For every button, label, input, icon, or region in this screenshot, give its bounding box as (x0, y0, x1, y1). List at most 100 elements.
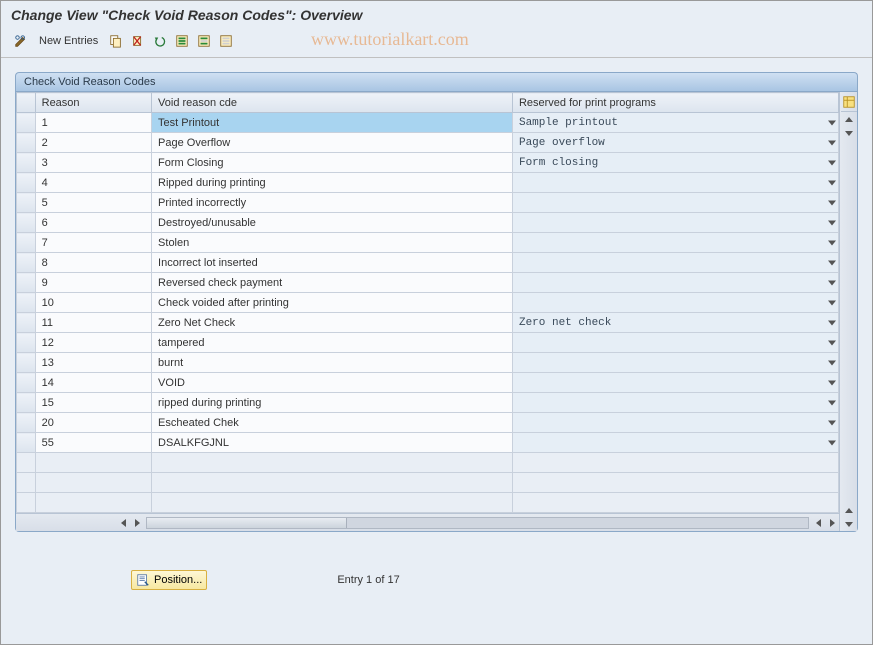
row-selector[interactable] (17, 253, 36, 273)
hscroll-left2-icon[interactable] (811, 516, 825, 530)
row-selector[interactable] (17, 173, 36, 193)
table-row[interactable]: 10Check voided after printing (17, 293, 839, 313)
cell-reserved[interactable] (512, 213, 838, 233)
cell-reserved[interactable]: Form closing (512, 153, 838, 173)
cell-reserved[interactable] (512, 373, 838, 393)
table-row[interactable]: 8Incorrect lot inserted (17, 253, 839, 273)
cell-reason[interactable]: 5 (35, 193, 151, 213)
row-selector[interactable] (17, 393, 36, 413)
cell-reserved[interactable] (512, 273, 838, 293)
hscroll-thumb[interactable] (147, 518, 347, 528)
cell-reserved[interactable] (512, 333, 838, 353)
cell-reason[interactable]: 13 (35, 353, 151, 373)
table-row[interactable]: 6Destroyed/unusable (17, 213, 839, 233)
row-selector[interactable] (17, 373, 36, 393)
cell-void-reason[interactable]: VOID (152, 373, 513, 393)
cell-reason[interactable]: 4 (35, 173, 151, 193)
row-selector[interactable] (17, 293, 36, 313)
table-row[interactable]: 13burnt (17, 353, 839, 373)
cell-void-reason[interactable]: Destroyed/unusable (152, 213, 513, 233)
table-row[interactable]: 3Form ClosingForm closing (17, 153, 839, 173)
row-selector[interactable] (17, 333, 36, 353)
hscroll-track[interactable] (146, 517, 809, 529)
position-button[interactable]: Position... (131, 570, 207, 590)
cell-reason[interactable]: 55 (35, 433, 151, 453)
cell-reserved[interactable] (512, 393, 838, 413)
cell-reason[interactable]: 3 (35, 153, 151, 173)
horizontal-scrollbar[interactable] (16, 513, 839, 531)
table-row[interactable]: 2Page OverflowPage overflow (17, 133, 839, 153)
cell-reserved[interactable]: Page overflow (512, 133, 838, 153)
table-row[interactable]: 14VOID (17, 373, 839, 393)
cell-reserved[interactable] (512, 253, 838, 273)
cell-void-reason[interactable]: Check voided after printing (152, 293, 513, 313)
cell-void-reason[interactable]: Printed incorrectly (152, 193, 513, 213)
table-row[interactable]: 55DSALKFGJNL (17, 433, 839, 453)
table-row[interactable]: 1Test PrintoutSample printout (17, 113, 839, 133)
cell-reason[interactable]: 14 (35, 373, 151, 393)
table-row[interactable]: 7Stolen (17, 233, 839, 253)
undo-button[interactable] (150, 31, 170, 51)
cell-void-reason[interactable]: burnt (152, 353, 513, 373)
cell-void-reason[interactable]: Reversed check payment (152, 273, 513, 293)
hscroll-right-icon[interactable] (130, 516, 144, 530)
cell-void-reason[interactable]: Form Closing (152, 153, 513, 173)
row-selector[interactable] (17, 413, 36, 433)
cell-void-reason[interactable]: Zero Net Check (152, 313, 513, 333)
copy-as-button[interactable] (106, 31, 126, 51)
cell-reason[interactable]: 6 (35, 213, 151, 233)
vertical-scrollbar[interactable] (839, 92, 857, 531)
cell-void-reason[interactable]: Page Overflow (152, 133, 513, 153)
table-row[interactable]: 4Ripped during printing (17, 173, 839, 193)
cell-reason[interactable]: 7 (35, 233, 151, 253)
row-selector[interactable] (17, 193, 36, 213)
select-all-button[interactable] (172, 31, 192, 51)
cell-void-reason[interactable]: Stolen (152, 233, 513, 253)
cell-reserved[interactable]: Sample printout (512, 113, 838, 133)
row-selector[interactable] (17, 313, 36, 333)
cell-reserved[interactable] (512, 293, 838, 313)
row-selector-header[interactable] (17, 93, 36, 113)
cell-void-reason[interactable]: Incorrect lot inserted (152, 253, 513, 273)
table-row[interactable]: 9Reversed check payment (17, 273, 839, 293)
cell-void-reason[interactable]: Ripped during printing (152, 173, 513, 193)
cell-void-reason[interactable]: DSALKFGJNL (152, 433, 513, 453)
cell-reason[interactable]: 9 (35, 273, 151, 293)
cell-void-reason[interactable]: ripped during printing (152, 393, 513, 413)
row-selector[interactable] (17, 233, 36, 253)
vscroll-down2-icon[interactable] (841, 517, 857, 531)
table-row[interactable]: 20Escheated Chek (17, 413, 839, 433)
cell-reserved[interactable] (512, 193, 838, 213)
cell-void-reason[interactable]: Test Printout (152, 113, 513, 133)
row-selector[interactable] (17, 153, 36, 173)
hscroll-right2-icon[interactable] (825, 516, 839, 530)
toggle-display-change-button[interactable] (11, 31, 31, 51)
cell-reason[interactable]: 12 (35, 333, 151, 353)
cell-reason[interactable]: 20 (35, 413, 151, 433)
table-row[interactable]: 15ripped during printing (17, 393, 839, 413)
cell-reason[interactable]: 10 (35, 293, 151, 313)
hscroll-left-icon[interactable] (116, 516, 130, 530)
cell-void-reason[interactable]: Escheated Chek (152, 413, 513, 433)
vscroll-up2-icon[interactable] (841, 503, 857, 517)
table-settings-button[interactable] (841, 92, 857, 112)
data-grid[interactable]: Reason Void reason cde Reserved for prin… (16, 92, 839, 513)
table-row[interactable]: 5Printed incorrectly (17, 193, 839, 213)
cell-reserved[interactable] (512, 233, 838, 253)
cell-void-reason[interactable]: tampered (152, 333, 513, 353)
cell-reason[interactable]: 11 (35, 313, 151, 333)
cell-reserved[interactable] (512, 173, 838, 193)
vscroll-up-icon[interactable] (841, 112, 857, 126)
row-selector[interactable] (17, 133, 36, 153)
row-selector[interactable] (17, 273, 36, 293)
column-header-void-reason[interactable]: Void reason cde (152, 93, 513, 113)
select-block-button[interactable] (194, 31, 214, 51)
column-header-reserved[interactable]: Reserved for print programs (512, 93, 838, 113)
cell-reserved[interactable] (512, 353, 838, 373)
cell-reason[interactable]: 1 (35, 113, 151, 133)
table-row[interactable]: 11Zero Net CheckZero net check (17, 313, 839, 333)
cell-reserved[interactable] (512, 433, 838, 453)
cell-reason[interactable]: 8 (35, 253, 151, 273)
row-selector[interactable] (17, 113, 36, 133)
row-selector[interactable] (17, 353, 36, 373)
